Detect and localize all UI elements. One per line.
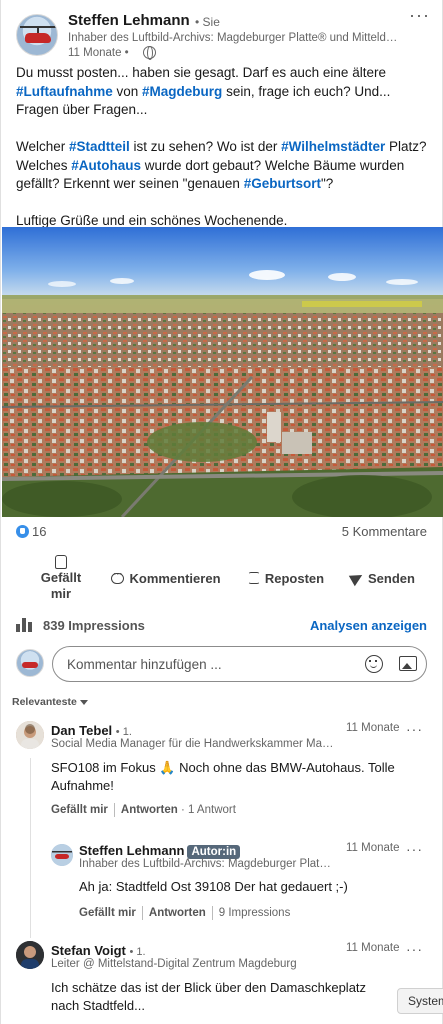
post-body: Du musst posten... haben sie gesagt. Dar… <box>16 64 431 249</box>
author-avatar[interactable] <box>16 14 58 56</box>
avatar[interactable] <box>16 941 44 969</box>
comment-composer <box>16 646 427 682</box>
reply-item: Steffen Lehmann Autor:in Inhaber des Luft… <box>51 841 427 931</box>
post-paragraph-2: Welcher #Stadtteil ist zu sehen? Wo ist … <box>16 139 427 191</box>
post-header: Steffen Lehmann • Sie Inhaber des Luftbi… <box>16 12 431 62</box>
sort-dropdown[interactable]: Relevanteste <box>12 696 88 708</box>
repost-button[interactable]: Reposten <box>244 552 328 604</box>
more-options-icon[interactable]: ··· <box>406 842 423 856</box>
comment-author[interactable]: Dan Tebel • 1. <box>51 723 132 738</box>
system-tab[interactable]: System <box>397 988 443 1014</box>
avatar[interactable] <box>16 721 44 749</box>
comment-reply-link[interactable]: Antworten <box>121 804 178 816</box>
reaction-count[interactable]: 16 <box>32 524 46 539</box>
post-time: 11 Monate • <box>68 47 129 59</box>
impressions-count: 839 Impressions <box>43 618 145 633</box>
hashtag-link[interactable]: #Geburtsort <box>244 176 321 191</box>
reply-text: Ah ja: Stadtfeld Ost 39108 Der hat gedau… <box>79 879 348 894</box>
author-headline: Inhaber des Luftbild-Archivs: Magdeburge… <box>68 32 398 44</box>
comment-button[interactable]: Kommentieren <box>111 552 221 604</box>
send-button[interactable]: Senden <box>346 552 420 604</box>
reply-like-link[interactable]: Gefällt mir <box>79 907 136 919</box>
comment-like-link[interactable]: Gefällt mir <box>51 804 108 816</box>
emoji-icon[interactable] <box>365 655 383 673</box>
more-options-icon[interactable]: ··· <box>406 722 423 736</box>
avatar[interactable] <box>51 844 73 866</box>
reply-actions: Gefällt mir Antworten 9 Impressions <box>79 906 290 920</box>
bar-chart-icon <box>16 618 34 632</box>
comment-time: 11 Monate <box>346 722 400 734</box>
thumbs-up-icon <box>55 554 67 569</box>
more-options-icon[interactable]: ··· <box>409 6 430 24</box>
comment-actions: Gefällt mir Antworten · 1 Antwort <box>51 803 236 817</box>
comment-text: SFO108 im Fokus 🙏 Noch ohne das BMW-Auto… <box>51 760 395 793</box>
send-icon <box>348 569 366 587</box>
avatar <box>16 649 44 677</box>
hashtag-link[interactable]: #Stadtteil <box>69 139 130 154</box>
comments-count[interactable]: 5 Kommentare <box>342 524 427 539</box>
comment-text: Ich schätze das ist der Blick über den D… <box>51 980 367 1013</box>
reply-author[interactable]: Steffen Lehmann Autor:in <box>79 843 241 859</box>
hashtag-link[interactable]: #Magdeburg <box>142 84 222 99</box>
reply-impressions: 9 Impressions <box>218 907 291 920</box>
hashtag-link[interactable]: #Wilhelmstädter <box>281 139 385 154</box>
comment-item: Stefan Voigt • 1. Leiter @ Mittelstand-D… <box>16 941 427 1024</box>
globe-icon <box>143 46 156 60</box>
post-actions: Gefällt mir Kommentieren Reposten Senden <box>16 552 427 604</box>
like-button[interactable]: Gefällt mir <box>16 552 106 604</box>
like-reaction-icon <box>16 525 29 538</box>
reply-reply-link[interactable]: Antworten <box>149 907 206 919</box>
comment-author[interactable]: Stefan Voigt • 1. <box>51 943 146 958</box>
image-icon[interactable] <box>399 656 417 671</box>
chevron-down-icon <box>79 699 88 705</box>
aerial-photo[interactable] <box>2 227 443 517</box>
comment-icon <box>111 569 125 584</box>
analytics-link[interactable]: Analysen anzeigen <box>310 618 427 633</box>
post-stats: 16 5 Kommentare <box>16 524 427 542</box>
follow-status: • Sie <box>195 15 220 29</box>
impressions-row: 839 Impressions Analysen anzeigen <box>16 617 427 635</box>
reply-time: 11 Monate <box>346 842 400 854</box>
hashtag-link[interactable]: #Luftaufnahme <box>16 84 113 99</box>
repost-icon <box>247 572 260 584</box>
post-card: Steffen Lehmann • Sie Inhaber des Luftbi… <box>0 0 443 1024</box>
author-badge: Autor:in <box>187 845 241 859</box>
more-options-icon[interactable]: ··· <box>406 942 423 956</box>
comment-author-headline: Social Media Manager für die Handwerkska… <box>51 738 336 750</box>
hashtag-link[interactable]: #Autohaus <box>71 158 141 173</box>
post-paragraph-1: Du musst posten... haben sie gesagt. Dar… <box>16 65 391 117</box>
comment-item: Dan Tebel • 1. Social Media Manager für … <box>16 721 427 821</box>
author-name[interactable]: Steffen Lehmann <box>68 12 190 29</box>
comment-author-headline: Leiter @ Mittelstand-Digital Zentrum Mag… <box>51 958 297 970</box>
reply-count[interactable]: · 1 Antwort <box>181 804 236 816</box>
reply-author-headline: Inhaber des Luftbild-Archivs: Magdeburge… <box>79 858 331 870</box>
comment-time: 11 Monate <box>346 942 400 954</box>
